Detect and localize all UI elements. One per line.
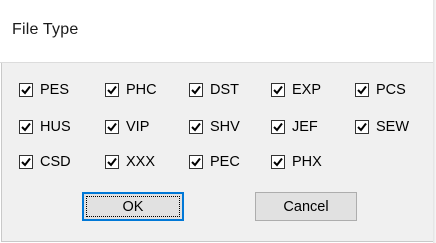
checkbox-label: EXP (292, 82, 322, 98)
checkmark-icon (191, 157, 201, 167)
checkbox-box[interactable] (19, 83, 33, 97)
checkbox-hus[interactable]: HUS (19, 117, 71, 137)
checkbox-label: CSD (40, 154, 71, 170)
checkbox-label: SEW (376, 119, 410, 135)
checkbox-box[interactable] (189, 155, 203, 169)
cancel-button-label: Cancel (283, 198, 329, 215)
cancel-button[interactable]: Cancel (255, 192, 357, 221)
checkbox-box[interactable] (105, 83, 119, 97)
checkbox-label: PHX (292, 154, 322, 170)
checkbox-box[interactable] (355, 120, 369, 134)
checkbox-pes[interactable]: PES (19, 80, 69, 100)
checkmark-icon (273, 157, 283, 167)
checkmark-icon (21, 85, 31, 95)
checkbox-phx[interactable]: PHX (271, 152, 322, 172)
checkbox-label: SHV (210, 119, 240, 135)
checkmark-icon (21, 122, 31, 132)
checkmark-icon (107, 122, 117, 132)
checkbox-sew[interactable]: SEW (355, 117, 409, 137)
checkbox-label: PES (40, 82, 70, 98)
checkbox-box[interactable] (105, 155, 119, 169)
checkbox-xxx[interactable]: XXX (105, 152, 155, 172)
dialog-title: File Type (12, 21, 79, 38)
checkbox-box[interactable] (189, 120, 203, 134)
ok-button[interactable]: OK (82, 192, 184, 221)
checkbox-jef[interactable]: JEF (271, 117, 318, 137)
checkbox-label: DST (210, 82, 239, 98)
ok-button-label: OK (122, 198, 144, 215)
checkmark-icon (107, 85, 117, 95)
checkbox-box[interactable] (355, 83, 369, 97)
checkbox-label: PCS (376, 82, 406, 98)
checkmark-icon (191, 122, 201, 132)
checkbox-phc[interactable]: PHC (105, 80, 157, 100)
checkbox-vip[interactable]: VIP (105, 117, 149, 137)
checkbox-box[interactable] (189, 83, 203, 97)
checkmark-icon (21, 157, 31, 167)
checkbox-shv[interactable]: SHV (189, 117, 240, 137)
checkmark-icon (107, 157, 117, 167)
checkbox-label: HUS (40, 119, 71, 135)
checkbox-box[interactable] (19, 120, 33, 134)
checkbox-label: VIP (126, 119, 150, 135)
checkbox-box[interactable] (271, 83, 285, 97)
checkbox-box[interactable] (105, 120, 119, 134)
checkbox-csd[interactable]: CSD (19, 152, 71, 172)
checkmark-icon (191, 85, 201, 95)
checkbox-box[interactable] (271, 155, 285, 169)
checkbox-label: PEC (210, 154, 240, 170)
checkbox-box[interactable] (271, 120, 285, 134)
checkmark-icon (357, 122, 367, 132)
checkbox-pcs[interactable]: PCS (355, 80, 406, 100)
checkbox-exp[interactable]: EXP (271, 80, 321, 100)
checkmark-icon (357, 85, 367, 95)
checkbox-label: PHC (126, 82, 157, 98)
dialog-title-bar[interactable]: File Type (0, 0, 436, 62)
checkbox-pec[interactable]: PEC (189, 152, 240, 172)
checkbox-box[interactable] (19, 155, 33, 169)
checkbox-label: XXX (126, 154, 156, 170)
checkmark-icon (273, 85, 283, 95)
checkmark-icon (273, 122, 283, 132)
file-type-dialog: File Type PES PHC DST EXP PCS HUS VIP SH… (0, 0, 436, 243)
checkbox-dst[interactable]: DST (189, 80, 239, 100)
checkbox-label: JEF (292, 119, 318, 135)
